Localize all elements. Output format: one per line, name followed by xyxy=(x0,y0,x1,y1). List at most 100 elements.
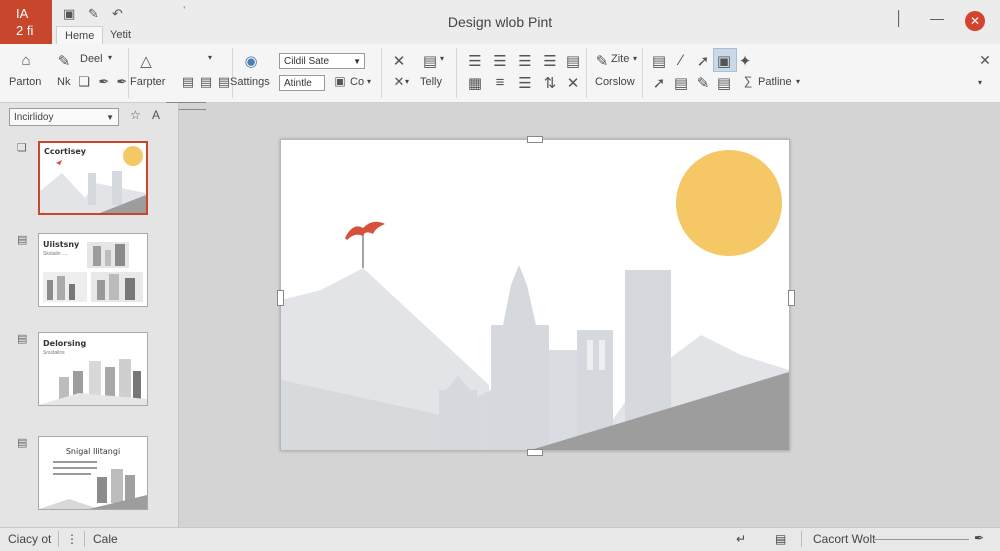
window-title: Design wlob Pint xyxy=(447,14,553,30)
zite-dropdown-icon[interactable]: ▾ xyxy=(633,54,637,63)
zoom-label[interactable]: Cacort Wolt xyxy=(813,532,875,546)
text-size-icon[interactable]: A xyxy=(152,108,160,122)
flag-shape xyxy=(345,221,385,240)
select-icon[interactable]: ▣ xyxy=(715,52,733,70)
minimize-icon[interactable]: — xyxy=(930,10,944,26)
font-name-select[interactable]: Cildil Sate ▼ xyxy=(279,53,365,69)
nk-label[interactable]: Nk xyxy=(57,76,70,88)
status-bar: Ciacy ot ⋮ Cale ↵ ▤ Cacort Wolt ✒ xyxy=(0,527,1000,551)
font-size-select[interactable]: Atintle xyxy=(279,75,325,91)
justify-icon[interactable]: ☰ xyxy=(541,52,559,70)
patline-label[interactable]: Patline xyxy=(758,76,792,88)
zite-label[interactable]: Zite xyxy=(611,53,629,65)
line-icon[interactable]: ∕ xyxy=(672,52,690,69)
fit-slide-icon[interactable]: ✒ xyxy=(974,531,984,545)
arrange-icon[interactable]: ▤ xyxy=(672,74,690,92)
rotate-icon[interactable]: ➚ xyxy=(650,74,668,92)
pattern-icon[interactable]: ∑ xyxy=(739,74,757,88)
text-direction-icon[interactable]: ⇅ xyxy=(541,74,559,92)
section-select[interactable]: Incirlidoy ▼ xyxy=(9,108,119,126)
patline-dropdown-icon[interactable]: ▾ xyxy=(796,77,800,86)
collapse-ribbon-icon[interactable]: ▾ xyxy=(978,78,982,87)
slide-thumbnail[interactable]: Snigal Ilitangi xyxy=(38,436,148,510)
building-window xyxy=(599,340,605,370)
slide-subtitle: Srsstalins xyxy=(43,350,65,356)
home-icon[interactable]: ⌂ xyxy=(17,52,35,69)
tab-home[interactable]: Heme xyxy=(56,26,104,45)
partion-label[interactable]: Parton xyxy=(9,76,41,88)
align-center-icon[interactable]: ☰ xyxy=(491,52,509,70)
co-label[interactable]: Co xyxy=(350,76,364,88)
deel-label[interactable]: Deel xyxy=(80,53,103,65)
font-size-value: Atintle xyxy=(284,78,312,89)
shape-icon[interactable]: ▤ xyxy=(650,52,668,70)
separator xyxy=(84,531,85,547)
columns-icon[interactable]: ▤ xyxy=(564,52,582,70)
lines-icon[interactable]: ≡ xyxy=(491,74,509,91)
slide-title: Snigal Ilitangi xyxy=(65,447,121,456)
resize-handle[interactable] xyxy=(527,136,543,143)
pencil-icon[interactable]: ✎ xyxy=(55,52,73,70)
line-dropdown-icon[interactable]: ▾ xyxy=(208,53,212,62)
separator xyxy=(801,531,802,547)
clear-format-icon[interactable]: ✕ xyxy=(390,52,408,70)
align-left-icon[interactable]: ☰ xyxy=(466,52,484,70)
close-ribbon-icon[interactable]: ✕ xyxy=(976,52,994,69)
notes-icon[interactable]: ↵ xyxy=(736,532,746,546)
co-dropdown-icon[interactable]: ▾ xyxy=(367,77,371,86)
title-bar: IA 2 fi ▣ ✎ ↶ ˈ Design wlob Pint │ — ✕ H… xyxy=(0,0,1000,45)
corslow-label[interactable]: Corslow xyxy=(595,76,635,88)
edit-shape-icon[interactable]: ▤ xyxy=(715,74,733,92)
effect-icon[interactable]: ✦ xyxy=(736,52,754,70)
delete-dropdown-icon[interactable]: ▾ xyxy=(405,77,409,86)
slide-thumbnail[interactable]: Ccortisey xyxy=(38,141,148,215)
arrow-tool-icon[interactable]: ➚ xyxy=(694,52,712,70)
copy-icon[interactable]: ❏ xyxy=(75,74,93,90)
group-icon[interactable]: ✎ xyxy=(694,74,712,92)
resize-handle[interactable] xyxy=(527,449,543,456)
building xyxy=(491,325,549,450)
zoom-slider[interactable] xyxy=(873,539,969,540)
align-right-icon[interactable]: ☰ xyxy=(516,52,534,70)
slide-counter[interactable]: Ciacy ot xyxy=(8,532,51,546)
sattings-label[interactable]: Sattings xyxy=(230,76,270,88)
table-icon[interactable]: ▦ xyxy=(466,74,484,92)
slide-title: Uiistsny xyxy=(43,240,80,249)
layout-icon[interactable]: ▤ xyxy=(421,52,439,70)
slide-thumbnail[interactable]: Delorsing Srsstalins xyxy=(38,332,148,406)
draw-icon[interactable]: ✎ xyxy=(593,52,611,70)
resize-handle[interactable] xyxy=(277,290,284,306)
resize-handle[interactable] xyxy=(788,290,795,306)
slide-canvas[interactable] xyxy=(280,139,790,451)
close-icon[interactable]: ✕ xyxy=(965,11,985,31)
list-icon[interactable]: ☰ xyxy=(516,74,534,92)
numbered-list-icon[interactable]: ▤ xyxy=(197,74,215,90)
ribbon-display-icon[interactable]: │ xyxy=(895,10,904,26)
ribbon: ⌂ Parton ✎ Deel ▾ Nk ❏ ✒ ✒ △ ▾ Farpter ▤… xyxy=(0,44,1000,110)
layout-dropdown-icon[interactable]: ▾ xyxy=(440,54,444,63)
tab-view[interactable]: Yetit xyxy=(102,26,139,44)
slide-title: Delorsing xyxy=(43,339,87,348)
language-status[interactable]: Cale xyxy=(93,532,118,546)
settings-globe-icon[interactable]: ◉ xyxy=(242,52,260,70)
telly-label[interactable]: Telly xyxy=(420,76,442,88)
separator xyxy=(456,48,457,98)
normal-view-icon[interactable]: ▤ xyxy=(775,532,786,546)
font-color-icon[interactable]: ▣ xyxy=(331,74,349,88)
slide-thumbnail[interactable]: Uiistsny Skstalin .... xyxy=(38,233,148,307)
building-window xyxy=(587,340,593,370)
text-line-placeholder xyxy=(53,473,91,475)
pin-icon[interactable]: ☆ xyxy=(130,108,141,122)
farpter-label[interactable]: Farpter xyxy=(130,76,165,88)
brush-icon[interactable]: ✒ xyxy=(95,74,113,90)
building xyxy=(439,390,477,450)
slide-illustration xyxy=(281,150,789,450)
more-icon[interactable]: ⋮ xyxy=(66,532,78,546)
fill-icon[interactable]: △ xyxy=(137,52,155,70)
separator xyxy=(232,48,233,98)
slide-thumbnails-pane: Incirlidoy ▼ ☆ A ❏ Ccortisey ▤ Uiistsny … xyxy=(0,103,179,527)
deel-dropdown-icon[interactable]: ▾ xyxy=(108,53,112,62)
bullet-list-icon[interactable]: ▤ xyxy=(179,74,197,90)
separator xyxy=(586,48,587,98)
cross-icon[interactable]: ✕ xyxy=(564,74,582,92)
